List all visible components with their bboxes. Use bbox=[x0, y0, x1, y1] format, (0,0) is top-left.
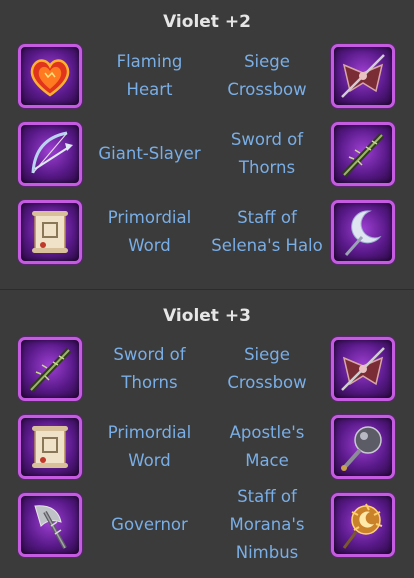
item-label: Siege bbox=[244, 345, 290, 364]
item-label: Flaming bbox=[116, 52, 183, 71]
item-label: Primordial bbox=[107, 423, 192, 442]
item-label: Sword of bbox=[113, 345, 186, 364]
item-row: Flaming Heart Siege Crossbow bbox=[0, 41, 414, 111]
item-label: Crossbow bbox=[227, 80, 307, 99]
section-title: Violet +3 bbox=[163, 306, 251, 326]
item-row: Sword of Thorns Siege Crossbow bbox=[0, 334, 414, 404]
item-link-apostles-mace[interactable]: Apostle's Mace bbox=[207, 412, 327, 482]
giant-slayer-bow-icon[interactable] bbox=[18, 122, 82, 186]
item-label: Apostle's bbox=[229, 423, 305, 442]
item-label: Staff of bbox=[237, 487, 297, 506]
staff-of-selenas-halo-icon[interactable] bbox=[331, 200, 395, 264]
item-link-governor[interactable]: Governor bbox=[92, 490, 207, 560]
item-row: Primordial Word Apostle's Mace bbox=[0, 412, 414, 482]
item-link-staff-of-moranas-nimbus[interactable]: Staff of Morana's Nimbus bbox=[207, 487, 327, 562]
sword-of-thorns-icon[interactable] bbox=[18, 337, 82, 401]
item-label: Governor bbox=[111, 515, 188, 534]
item-label: Staff of bbox=[237, 208, 297, 227]
governor-axe-icon[interactable] bbox=[18, 493, 82, 557]
item-link-flaming-heart[interactable]: Flaming Heart bbox=[92, 41, 207, 111]
item-link-primordial-word[interactable]: Primordial Word bbox=[92, 412, 207, 482]
item-link-sword-of-thorns[interactable]: Sword of Thorns bbox=[92, 334, 207, 404]
item-link-sword-of-thorns[interactable]: Sword of Thorns bbox=[207, 119, 327, 189]
item-label: Word bbox=[128, 451, 171, 470]
item-link-primordial-word[interactable]: Primordial Word bbox=[92, 197, 207, 267]
item-row: Governor Staff of Morana's Nimbus bbox=[0, 487, 414, 562]
item-label: Thorns bbox=[238, 158, 296, 177]
item-label: Siege bbox=[244, 52, 290, 71]
item-link-staff-of-selenas-halo[interactable]: Staff of Selena's Halo bbox=[207, 197, 327, 267]
sword-of-thorns-icon[interactable] bbox=[331, 122, 395, 186]
item-label: Word bbox=[128, 236, 171, 255]
item-label: Mace bbox=[245, 451, 289, 470]
item-label: Nimbus bbox=[235, 543, 299, 562]
apostles-mace-icon[interactable] bbox=[331, 415, 395, 479]
item-label: Morana's bbox=[229, 515, 305, 534]
staff-of-moranas-nimbus-icon[interactable] bbox=[331, 493, 395, 557]
primordial-word-scroll-icon[interactable] bbox=[18, 415, 82, 479]
section-violet-plus-3: Violet +3 Sword of Thorns Siege Crossbow bbox=[0, 289, 414, 578]
item-label: Sword of bbox=[230, 130, 304, 149]
section-title: Violet +2 bbox=[163, 12, 251, 32]
flaming-heart-icon[interactable] bbox=[18, 44, 82, 108]
siege-crossbow-icon[interactable] bbox=[331, 337, 395, 401]
item-label: Giant-Slayer bbox=[98, 144, 201, 163]
item-link-giant-slayer[interactable]: Giant-Slayer bbox=[92, 119, 207, 189]
item-label: Thorns bbox=[121, 373, 178, 392]
item-label: Crossbow bbox=[227, 373, 307, 392]
section-violet-plus-2: Violet +2 Flaming Heart Siege Crossbow G… bbox=[0, 0, 414, 289]
item-link-siege-crossbow[interactable]: Siege Crossbow bbox=[207, 41, 327, 111]
item-link-siege-crossbow[interactable]: Siege Crossbow bbox=[207, 334, 327, 404]
siege-crossbow-icon[interactable] bbox=[331, 44, 395, 108]
item-label: Primordial bbox=[107, 208, 192, 227]
item-label: Heart bbox=[126, 80, 173, 99]
item-label: Selena's Halo bbox=[211, 236, 323, 255]
item-row: Primordial Word Staff of Selena's Halo bbox=[0, 197, 414, 267]
item-row: Giant-Slayer Sword of Thorns bbox=[0, 119, 414, 189]
primordial-word-scroll-icon[interactable] bbox=[18, 200, 82, 264]
